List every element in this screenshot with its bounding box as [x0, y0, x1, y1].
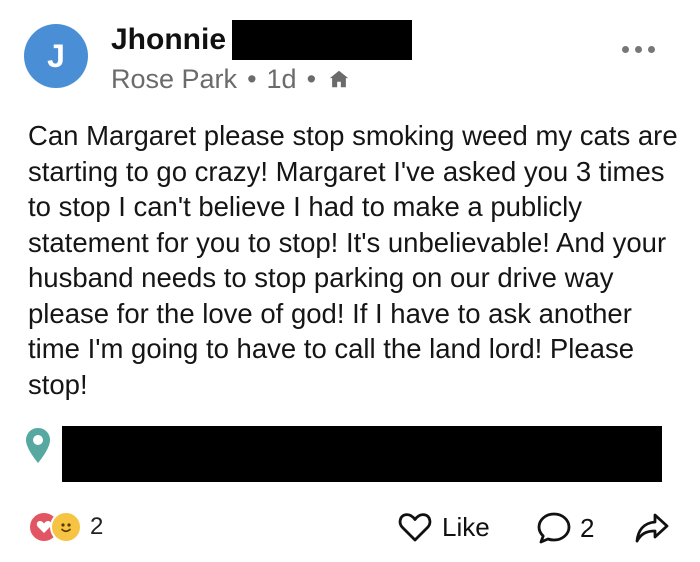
comment-bubble-icon — [537, 512, 571, 544]
meta-separator: • — [306, 64, 317, 94]
comment-count: 2 — [580, 512, 595, 543]
reactions-summary[interactable]: 2 — [28, 511, 103, 543]
author-row: Jhonnie — [111, 20, 413, 60]
heart-outline-icon — [398, 513, 432, 542]
post-text: Can Margaret please stop smoking weed my… — [28, 120, 678, 400]
author-name[interactable]: Jhonnie — [111, 20, 226, 60]
avatar[interactable]: J — [24, 24, 88, 88]
like-label: Like — [442, 511, 490, 542]
share-button[interactable] — [634, 511, 670, 545]
more-dots-icon[interactable] — [622, 46, 655, 53]
home-icon — [329, 70, 349, 88]
comment-button[interactable]: 2 — [536, 511, 594, 545]
meta-separator: • — [247, 64, 257, 94]
post-footer: 2 Like 2 — [0, 505, 700, 553]
smile-reaction-icon — [50, 511, 82, 543]
share-arrow-icon — [635, 513, 669, 543]
avatar-initial: J — [47, 37, 65, 74]
redacted-location — [62, 426, 662, 482]
location-row[interactable] — [24, 426, 52, 466]
post-meta: Rose Park • 1d • — [111, 62, 350, 96]
reaction-count: 2 — [90, 513, 104, 540]
neighborhood-link[interactable]: Rose Park — [111, 62, 237, 96]
location-pin-icon — [26, 428, 50, 463]
redacted-surname — [232, 20, 413, 60]
post-card: J Jhonnie Rose Park • 1d • Can Margaret … — [0, 0, 700, 562]
post-time: 1d — [266, 64, 297, 94]
like-button[interactable]: Like — [398, 511, 490, 543]
